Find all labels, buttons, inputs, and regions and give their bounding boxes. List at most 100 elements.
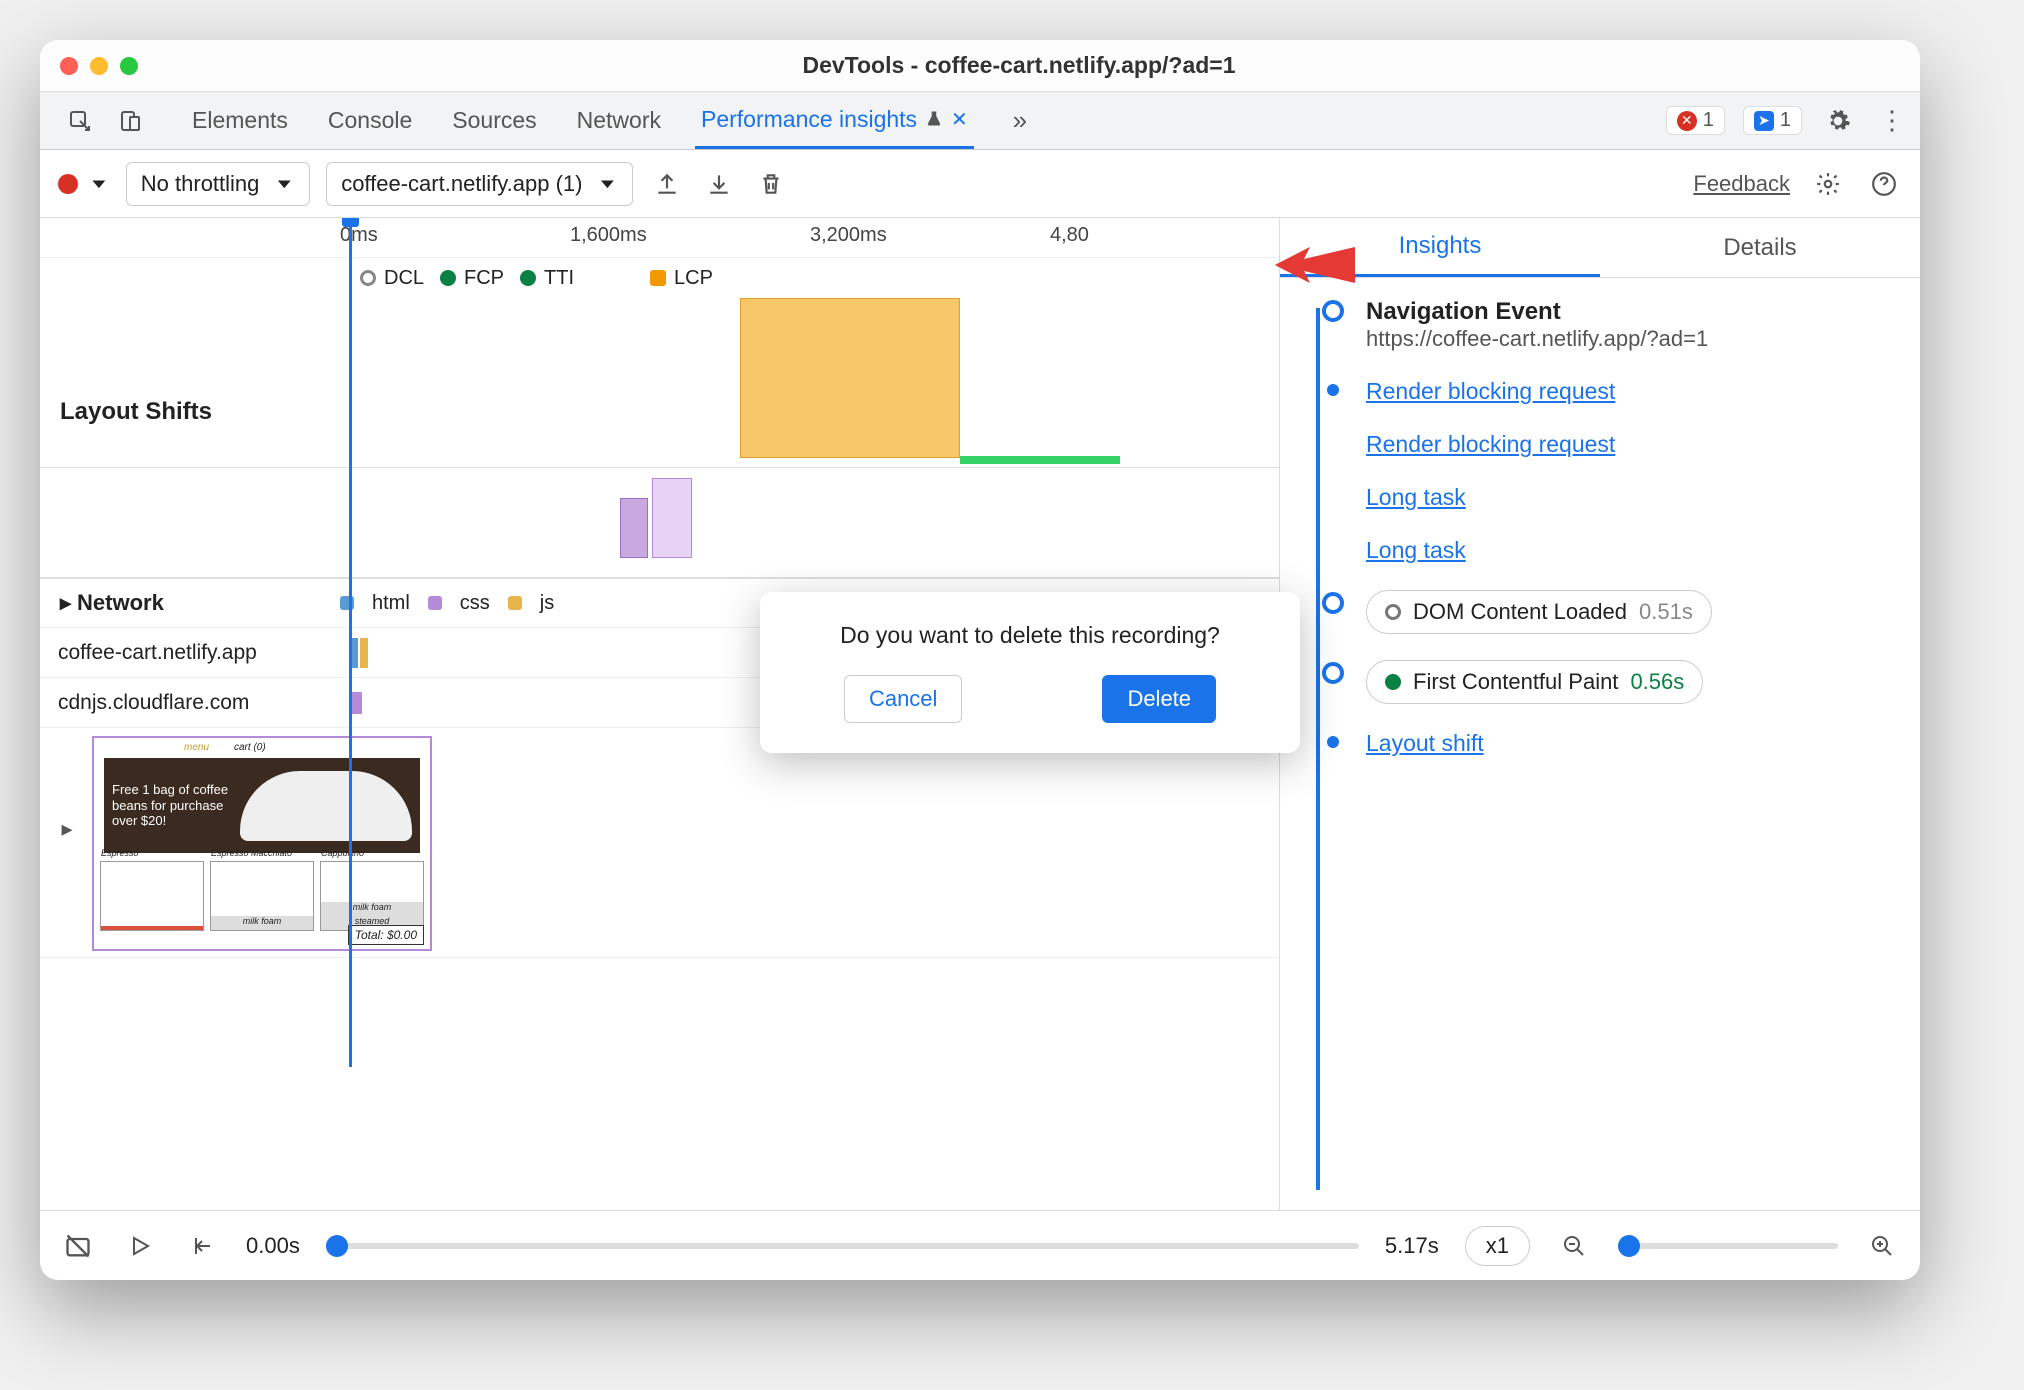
- filmstrip: ▸ menu cart (0) Free 1 bag of coffee bea…: [40, 728, 1279, 958]
- info-icon: ➤: [1754, 111, 1774, 131]
- fcp-dot-icon: [1385, 674, 1401, 690]
- panel-settings-icon[interactable]: [1810, 166, 1846, 202]
- chevron-down-icon: ▼: [597, 176, 619, 192]
- tab-console[interactable]: Console: [322, 92, 418, 149]
- js-swatch-icon: [508, 596, 522, 610]
- zoom-out-icon[interactable]: [1556, 1228, 1592, 1264]
- chevron-down-icon: ▼: [273, 176, 295, 192]
- rewind-icon[interactable]: [184, 1228, 220, 1264]
- feedback-link[interactable]: Feedback: [1693, 171, 1790, 197]
- info-badge[interactable]: ➤ 1: [1743, 106, 1802, 135]
- timeline-marker-icon: [1322, 300, 1344, 322]
- fcp-marker-icon: [440, 270, 456, 286]
- minimize-window-icon[interactable]: [90, 57, 108, 75]
- info-count: 1: [1780, 109, 1791, 132]
- css-block[interactable]: [620, 498, 648, 558]
- device-toggle-icon[interactable]: [112, 103, 148, 139]
- playhead[interactable]: [349, 218, 352, 1067]
- playbar-start-time: 0.00s: [246, 1233, 300, 1259]
- cup-image-icon: [240, 771, 412, 841]
- css-swatch-icon: [428, 596, 442, 610]
- delete-confirmation-dialog: Do you want to delete this recording? Ca…: [760, 592, 1300, 753]
- error-count: 1: [1703, 109, 1714, 132]
- record-menu-chevron-icon[interactable]: ▼: [88, 176, 110, 192]
- lcp-block[interactable]: [740, 298, 960, 458]
- marker-legend: DCL FCP TTI LCP: [40, 258, 1279, 298]
- error-badge[interactable]: ✕ 1: [1666, 106, 1725, 135]
- zoom-slider[interactable]: [1618, 1243, 1838, 1249]
- insight-link[interactable]: Layout shift: [1366, 730, 1484, 756]
- help-icon[interactable]: [1866, 166, 1902, 202]
- more-tabs-icon[interactable]: »: [1002, 103, 1038, 139]
- details-tab[interactable]: Details: [1600, 218, 1920, 277]
- tab-sources[interactable]: Sources: [446, 92, 542, 149]
- playbar-end-time: 5.17s: [1385, 1233, 1439, 1259]
- lcp-marker-icon: [650, 270, 666, 286]
- error-icon: ✕: [1677, 111, 1697, 131]
- tti-marker-icon: [520, 270, 536, 286]
- delete-button[interactable]: Delete: [1102, 675, 1216, 723]
- insight-url: https://coffee-cart.netlify.app/?ad=1: [1366, 326, 1904, 352]
- speed-pill[interactable]: x1: [1465, 1226, 1530, 1266]
- cancel-button[interactable]: Cancel: [844, 675, 962, 723]
- timeline-marker-icon: [1322, 592, 1344, 614]
- close-window-icon[interactable]: [60, 57, 78, 75]
- playback-bar: 0.00s 5.17s x1: [40, 1210, 1920, 1280]
- traffic-lights: [60, 57, 138, 75]
- dcl-dot-icon: [1385, 604, 1401, 620]
- insight-link[interactable]: Render blocking request: [1366, 378, 1615, 404]
- slider-handle[interactable]: [1618, 1235, 1640, 1257]
- upload-icon[interactable]: [649, 166, 685, 202]
- insights-list[interactable]: Navigation Event https://coffee-cart.net…: [1280, 278, 1920, 1210]
- screenshot-toggle-icon[interactable]: [60, 1228, 96, 1264]
- recording-value: coffee-cart.netlify.app (1): [341, 171, 582, 197]
- dcl-marker-icon: [360, 270, 376, 286]
- insight-link[interactable]: Long task: [1366, 484, 1466, 510]
- tab-elements[interactable]: Elements: [186, 92, 294, 149]
- devtools-tabbar: Elements Console Sources Network Perform…: [40, 92, 1920, 150]
- dcl-pill[interactable]: DOM Content Loaded 0.51s: [1366, 590, 1712, 634]
- layout-shift-bar[interactable]: [960, 456, 1120, 464]
- play-icon[interactable]: [122, 1228, 158, 1264]
- ruler-tick: 3,200ms: [810, 224, 887, 247]
- flask-icon: [925, 110, 943, 128]
- record-button[interactable]: [58, 174, 78, 194]
- insights-panel: Insights Details Navigation Event https:…: [1280, 218, 1920, 1210]
- annotation-arrow-icon: [1270, 235, 1360, 295]
- timeline-dot-icon: [1327, 736, 1339, 748]
- fcp-pill[interactable]: First Contentful Paint 0.56s: [1366, 660, 1703, 704]
- throttling-select[interactable]: No throttling ▼: [126, 162, 310, 206]
- maximize-window-icon[interactable]: [120, 57, 138, 75]
- css-block[interactable]: [652, 478, 692, 558]
- insight-link[interactable]: Render blocking request: [1366, 431, 1615, 457]
- tab-label: Performance insights: [701, 106, 917, 133]
- insight-title: Navigation Event: [1366, 298, 1904, 326]
- layout-shifts-label: Layout Shifts: [60, 398, 212, 426]
- close-tab-icon[interactable]: ✕: [951, 107, 968, 132]
- throttling-value: No throttling: [141, 171, 260, 197]
- screenshot-thumbnail[interactable]: menu cart (0) Free 1 bag of coffee beans…: [92, 736, 432, 951]
- settings-icon[interactable]: [1820, 103, 1856, 139]
- titlebar: DevTools - coffee-cart.netlify.app/?ad=1: [40, 40, 1920, 92]
- slider-handle[interactable]: [326, 1235, 348, 1257]
- recording-select[interactable]: coffee-cart.netlify.app (1) ▼: [326, 162, 633, 206]
- dialog-message: Do you want to delete this recording?: [786, 622, 1274, 649]
- request-bar[interactable]: [360, 638, 368, 668]
- timeline-dot-icon: [1327, 384, 1339, 396]
- delete-icon[interactable]: [753, 166, 789, 202]
- zoom-in-icon[interactable]: [1864, 1228, 1900, 1264]
- download-icon[interactable]: [701, 166, 737, 202]
- kebab-menu-icon[interactable]: ⋮: [1874, 103, 1910, 139]
- tab-performance-insights[interactable]: Performance insights ✕: [695, 92, 974, 149]
- timeline-marker-icon: [1322, 662, 1344, 684]
- inspect-icon[interactable]: [62, 103, 98, 139]
- window-title: DevTools - coffee-cart.netlify.app/?ad=1: [138, 52, 1900, 79]
- filmstrip-prev-icon[interactable]: ▸: [52, 816, 82, 842]
- total-label: Total: $0.00: [348, 925, 424, 945]
- insight-link[interactable]: Long task: [1366, 537, 1466, 563]
- time-ruler[interactable]: 0ms 1,600ms 3,200ms 4,80: [40, 218, 1279, 258]
- tab-network[interactable]: Network: [571, 92, 667, 149]
- devtools-window: DevTools - coffee-cart.netlify.app/?ad=1…: [40, 40, 1920, 1280]
- timeline-slider[interactable]: [326, 1243, 1359, 1249]
- ruler-tick: 4,80: [1050, 224, 1089, 247]
